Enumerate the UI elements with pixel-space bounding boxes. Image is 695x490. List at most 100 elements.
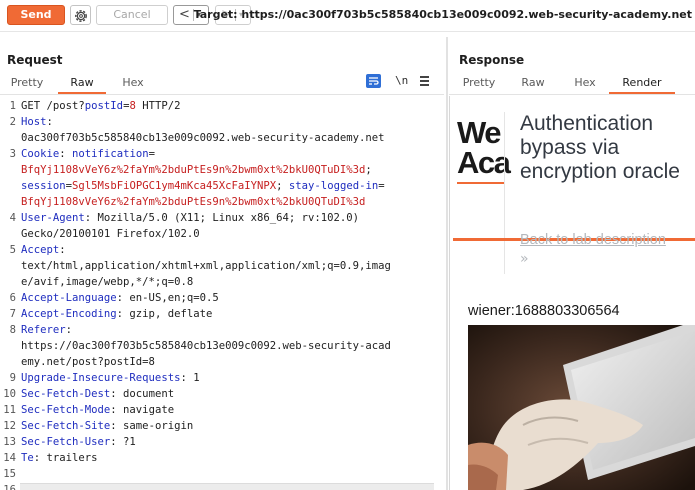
code-token: ;: [365, 164, 372, 176]
code-token: : Mozilla/5.0 (X11; Linux x86_64; rv:102…: [84, 212, 360, 224]
line-number: 1: [9, 100, 16, 112]
code-line[interactable]: https://0ac300f703b5c585840cb13e009c0092…: [21, 338, 441, 354]
settings-button[interactable]: [70, 5, 91, 25]
code-token: https://0ac300f703b5c585840cb13e009c0092…: [21, 340, 391, 352]
code-line[interactable]: e/avif,image/webp,*/*;q=0.8: [21, 274, 441, 290]
line-number: 5: [9, 244, 16, 256]
code-line[interactable]: BfqYj1108vVeY6z%2faYm%2bduPtEs9n%2bwm0xt…: [21, 162, 441, 178]
code-line[interactable]: emy.net/post?postId=8: [21, 354, 441, 370]
code-line[interactable]: Accept-Language: en-US,en;q=0.5: [21, 290, 441, 306]
code-line[interactable]: Accept-Encoding: gzip, deflate: [21, 306, 441, 322]
code-line[interactable]: Te: trailers: [21, 450, 441, 466]
code-token: BfqYj1108vVeY6z%2faYm%2bduPtEs9n%2bwm0xt…: [21, 164, 366, 176]
response-tabs: Pretty Raw Hex Render: [449, 74, 695, 94]
code-token: :: [46, 116, 53, 128]
menu-icon[interactable]: [420, 76, 431, 86]
line-number: 11: [3, 404, 16, 416]
code-token: Sgl5MsbFiOPGC1ym4mKca45XcFaIYNPX: [72, 180, 277, 192]
academy-logo[interactable]: We: [457, 117, 501, 148]
line-number: 12: [3, 420, 16, 432]
tab-hex[interactable]: Hex: [567, 74, 603, 94]
tab-raw[interactable]: Raw: [58, 74, 106, 94]
line-number: 2: [9, 116, 16, 128]
code-token: session: [21, 180, 66, 192]
request-editor[interactable]: 1 GET /post?postId=8 HTTP/2 2 Host: 0ac300f7…: [0, 97, 444, 490]
double-chevron-icon[interactable]: »: [520, 251, 529, 267]
wrap-text-button[interactable]: [366, 74, 381, 88]
tab-pretty[interactable]: Pretty: [457, 74, 501, 94]
code-token: :: [65, 324, 73, 336]
code-token: Sec-Fetch-Mode: [21, 404, 111, 416]
code-line[interactable]: Upgrade-Insecure-Requests: 1: [21, 370, 441, 386]
code-token: Host: [21, 116, 47, 128]
toolbar: Send Cancel < ▾ > ▾ Target: https://0ac3…: [0, 0, 695, 32]
tab-hex[interactable]: Hex: [114, 74, 152, 94]
logo-accent: [457, 182, 505, 184]
cancel-button[interactable]: Cancel: [96, 5, 168, 25]
code-token: postId: [84, 100, 124, 112]
code-line[interactable]: Cookie: notification=: [21, 146, 441, 162]
code-token: Accept-Language: [21, 292, 117, 304]
render-view: We Aca Authentication bypass via encrypt…: [449, 96, 695, 490]
code-token: :: [59, 148, 73, 160]
code-token: HTTP/2: [135, 100, 181, 112]
code-token: e/avif,image/webp,*/*;q=0.8: [21, 276, 194, 288]
code-token: BfqYj1108vVeY6z%2faYm%2bduPtEs9n%2bwm0xt…: [21, 196, 366, 208]
code-token: : en-US,en;q=0.5: [116, 292, 219, 304]
code-line[interactable]: Sec-Fetch-Mode: navigate: [21, 402, 441, 418]
chevron-left-icon: <: [179, 7, 190, 22]
send-button[interactable]: Send: [7, 5, 65, 25]
line-number: 16: [3, 484, 16, 490]
code-line[interactable]: Gecko/20100101 Firefox/102.0: [21, 226, 441, 242]
code-token: notification: [72, 148, 149, 160]
code-line[interactable]: Host:: [21, 114, 441, 130]
code-token: : ?1: [110, 436, 136, 448]
line-number: 8: [9, 324, 16, 336]
request-panel-title: Request: [7, 53, 63, 67]
line-number: 15: [3, 468, 16, 480]
code-line[interactable]: Accept:: [21, 242, 441, 258]
code-line[interactable]: text/html,application/xhtml+xml,applicat…: [21, 258, 441, 274]
response-panel-title: Response: [459, 53, 525, 67]
gear-icon: [75, 10, 87, 22]
panel-divider[interactable]: [446, 37, 448, 490]
code-token: Referer: [21, 324, 66, 336]
tab-raw[interactable]: Raw: [515, 74, 551, 94]
tab-pretty[interactable]: Pretty: [6, 74, 48, 94]
editor-search-bar[interactable]: [20, 483, 434, 490]
back-to-lab-link[interactable]: Back to lab description: [520, 232, 666, 248]
line-number: 4: [9, 212, 16, 224]
code-token: Sec-Fetch-User: [21, 436, 111, 448]
code-line[interactable]: Sec-Fetch-Site: same-origin: [21, 418, 441, 434]
code-token: =: [378, 180, 385, 192]
code-line[interactable]: Sec-Fetch-User: ?1: [21, 434, 441, 450]
code-token: ;: [276, 180, 289, 192]
lab-title: Authentication bypass via encryption ora…: [520, 112, 680, 183]
response-tabs-divider: [449, 94, 695, 95]
tab-render[interactable]: Render: [609, 74, 675, 94]
code-line[interactable]: session = Sgl5MsbFiOPGC1ym4mKca45XcFaIYNPX…: [21, 178, 441, 194]
code-token: Upgrade-Insecure-Requests: [21, 372, 181, 384]
code-token: stay-logged-in: [288, 180, 379, 192]
target-url[interactable]: Target: https://0ac300f703b5c585840cb13e…: [194, 8, 692, 21]
code-line[interactable]: Referer:: [21, 322, 441, 338]
academy-logo-line2[interactable]: Aca: [457, 147, 511, 178]
show-newlines-toggle[interactable]: \n: [395, 74, 408, 87]
line-number: 14: [3, 452, 16, 464]
line-number: 13: [3, 436, 16, 448]
code-line[interactable]: GET /post?postId=8 HTTP/2: [21, 98, 441, 114]
code-token: User-Agent: [21, 212, 85, 224]
code-token: Accept-Encoding: [21, 308, 117, 320]
code-line[interactable]: 0ac300f703b5c585840cb13e009c0092.web-sec…: [21, 130, 441, 146]
code-token: : navigate: [110, 404, 175, 416]
code-token: Sec-Fetch-Site: [21, 420, 111, 432]
code-token: GET /post?: [21, 100, 85, 112]
code-line[interactable]: User-Agent: Mozilla/5.0 (X11; Linux x86_…: [21, 210, 441, 226]
wrap-text-icon: [369, 77, 379, 85]
line-number: 3: [9, 148, 16, 160]
code-token: =: [148, 148, 155, 160]
code-token: Accept: [21, 244, 60, 256]
code-token: : document: [110, 388, 175, 400]
code-line[interactable]: Sec-Fetch-Dest: document: [21, 386, 441, 402]
code-line[interactable]: BfqYj1108vVeY6z%2faYm%2bduPtEs9n%2bwm0xt…: [21, 194, 441, 210]
